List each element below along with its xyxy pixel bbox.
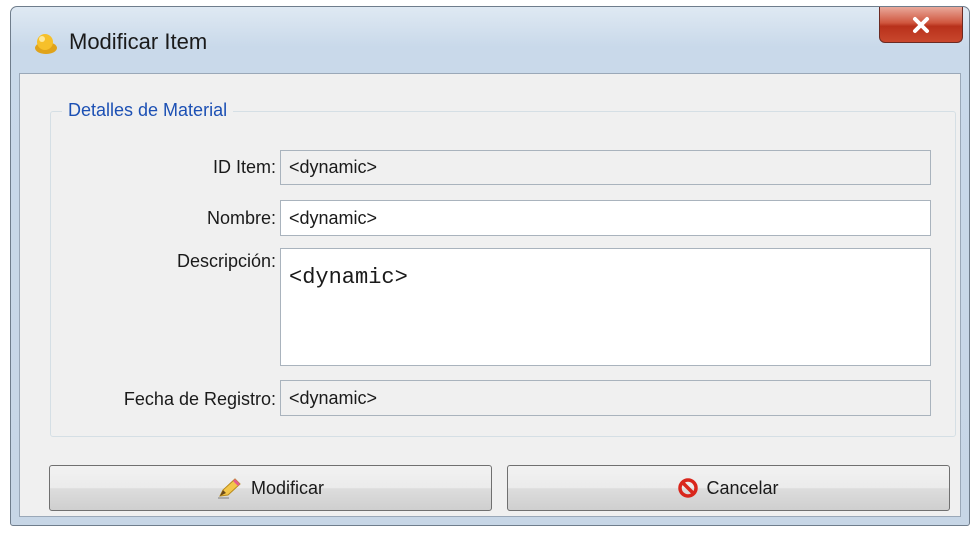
descripcion-value: <dynamic> bbox=[289, 265, 408, 290]
fecha-registro-label: Fecha de Registro: bbox=[123, 389, 276, 409]
id-item-field: <dynamic> bbox=[280, 150, 931, 185]
modificar-button[interactable]: Modificar bbox=[49, 465, 492, 511]
cancelar-button[interactable]: Cancelar bbox=[507, 465, 950, 511]
descripcion-label: Descripción: bbox=[176, 251, 276, 271]
fecha-registro-value: <dynamic> bbox=[289, 387, 378, 408]
id-item-label: ID Item: bbox=[212, 157, 276, 177]
nombre-input[interactable]: <dynamic> bbox=[280, 200, 931, 236]
dialog-window: Modificar Item Detalles de Material ID I… bbox=[10, 6, 970, 526]
close-button[interactable] bbox=[879, 7, 963, 43]
cancelar-label: Cancelar bbox=[706, 477, 779, 498]
id-item-value: <dynamic> bbox=[289, 157, 378, 177]
pencil-icon bbox=[217, 477, 243, 499]
nombre-label: Nombre: bbox=[206, 208, 276, 228]
dialog-content: Detalles de Material ID Item: <dynamic> … bbox=[19, 73, 961, 517]
group-legend: Detalles de Material bbox=[62, 100, 234, 121]
nombre-value: <dynamic> bbox=[289, 207, 378, 228]
fecha-registro-field: <dynamic> bbox=[280, 380, 931, 416]
cancel-icon bbox=[678, 478, 699, 498]
close-icon bbox=[911, 16, 931, 34]
title-bar[interactable]: Modificar Item bbox=[11, 7, 969, 73]
descripcion-textarea[interactable]: <dynamic> bbox=[280, 248, 931, 366]
app-icon bbox=[33, 32, 59, 56]
modificar-label: Modificar bbox=[250, 477, 325, 498]
window-title: Modificar Item bbox=[69, 29, 208, 54]
